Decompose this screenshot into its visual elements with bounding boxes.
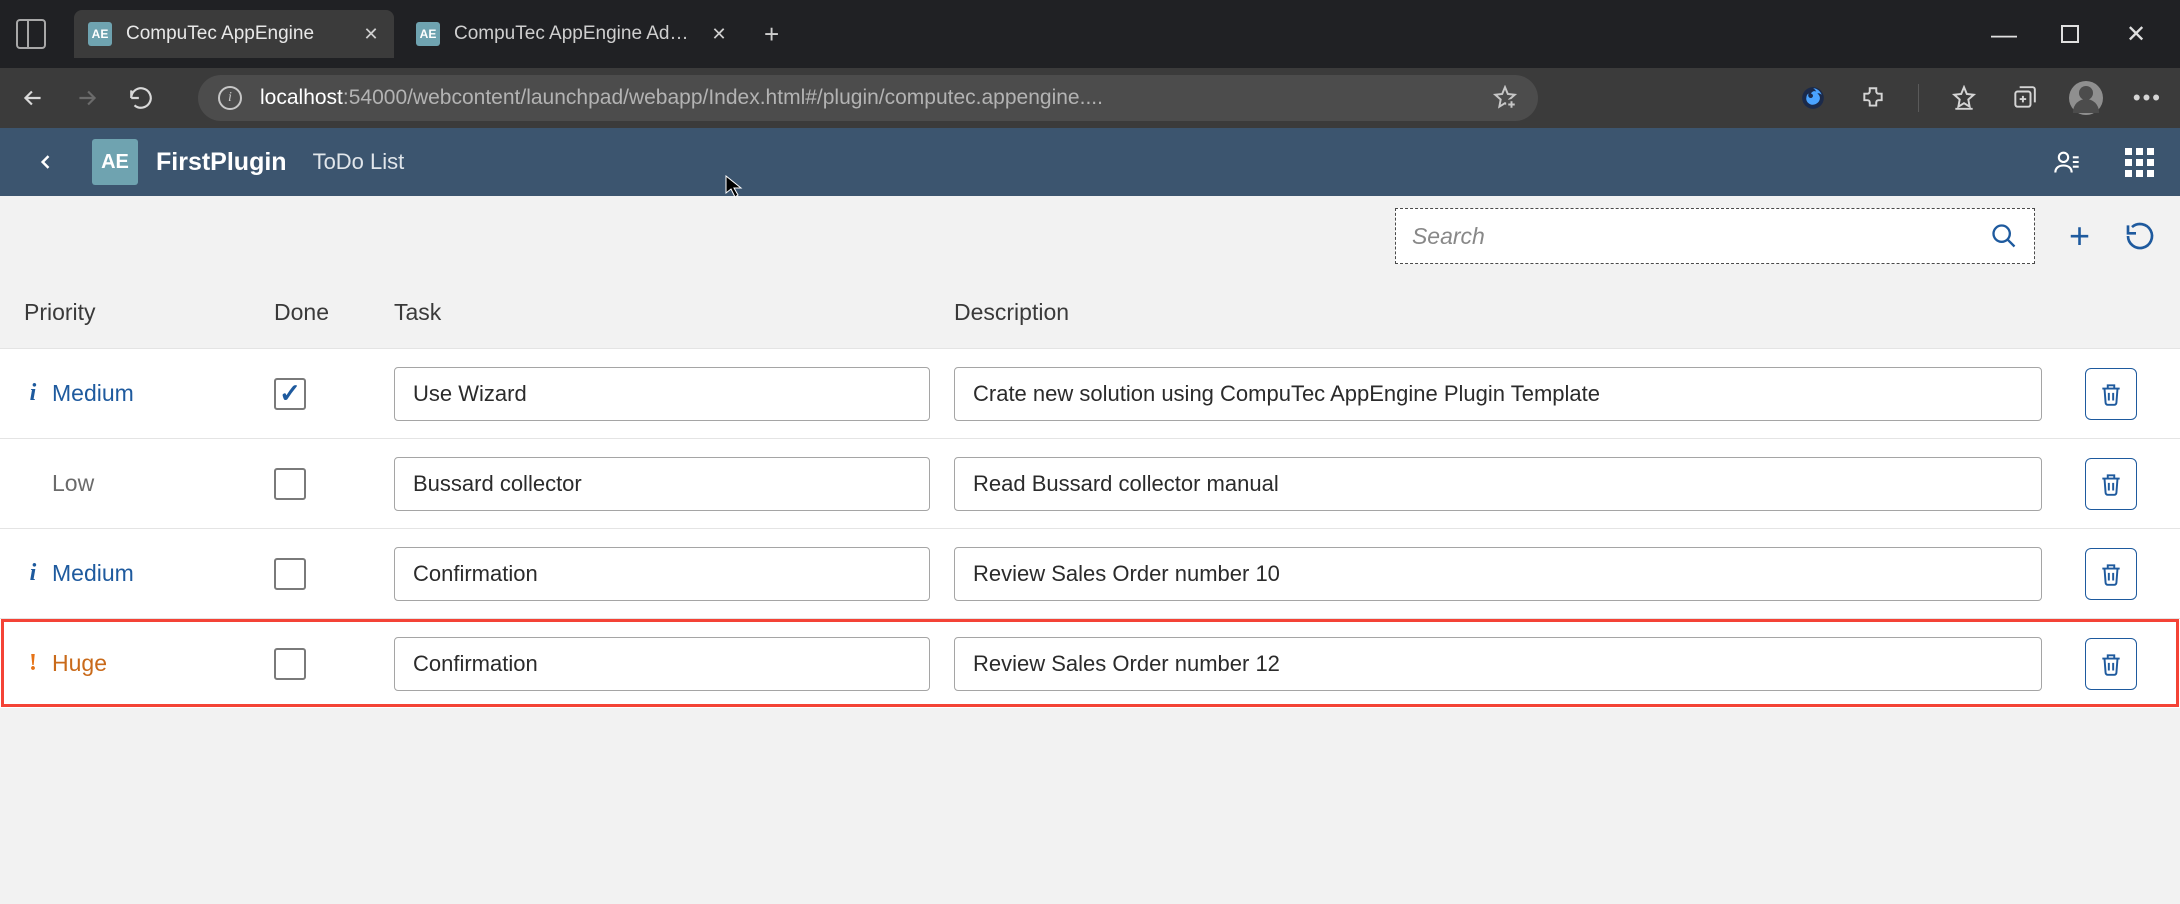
tab-title: CompuTec AppEngine	[126, 23, 354, 45]
description-input[interactable]	[954, 637, 2042, 691]
col-task: Task	[394, 299, 954, 326]
table-row: i Medium	[0, 348, 2180, 438]
tab-favicon: AE	[416, 22, 440, 46]
nav-forward-button[interactable]	[72, 83, 102, 113]
priority-cell: Low	[24, 470, 274, 497]
table-header-row: Priority Done Task Description	[0, 276, 2180, 348]
url-bar[interactable]: i localhost:54000/webcontent/launchpad/w…	[198, 75, 1538, 121]
browser-tab[interactable]: AE CompuTec AppEngine Administr ✕	[402, 10, 742, 58]
table-row: i Medium	[0, 528, 2180, 618]
firefox-icon[interactable]	[1798, 83, 1828, 113]
delete-cell	[2066, 548, 2156, 600]
done-cell	[274, 558, 394, 590]
done-checkbox[interactable]	[274, 378, 306, 410]
tab-title: CompuTec AppEngine Administr	[454, 23, 702, 45]
done-cell	[274, 648, 394, 680]
task-cell	[394, 637, 954, 691]
done-checkbox[interactable]	[274, 648, 306, 680]
extensions-icon[interactable]	[1858, 83, 1888, 113]
task-input[interactable]	[394, 457, 930, 511]
done-checkbox[interactable]	[274, 558, 306, 590]
collections-icon[interactable]	[2009, 83, 2039, 113]
task-input[interactable]	[394, 367, 930, 421]
description-cell	[954, 547, 2066, 601]
description-input[interactable]	[954, 547, 2042, 601]
tab-favicon: AE	[88, 22, 112, 46]
site-info-icon[interactable]: i	[218, 86, 242, 110]
app-subtitle: ToDo List	[313, 149, 405, 175]
done-cell	[274, 378, 394, 410]
add-favorite-icon[interactable]	[1492, 85, 1518, 111]
user-settings-icon[interactable]	[2050, 145, 2084, 179]
app-logo: AE	[92, 139, 138, 185]
window-buttons: — ✕	[1990, 20, 2170, 48]
priority-icon: i	[24, 560, 42, 587]
tab-close-button[interactable]: ✕	[710, 25, 728, 43]
app-refresh-button[interactable]	[2124, 220, 2156, 252]
priority-label: Medium	[52, 560, 134, 587]
done-checkbox[interactable]	[274, 468, 306, 500]
url-text: localhost:54000/webcontent/launchpad/web…	[260, 86, 1474, 110]
task-cell	[394, 457, 954, 511]
delete-button[interactable]	[2085, 548, 2137, 600]
new-tab-button[interactable]: +	[764, 19, 779, 50]
priority-label: Medium	[52, 380, 134, 407]
app-header: AE FirstPlugin ToDo List	[0, 128, 2180, 196]
priority-label: Low	[52, 470, 94, 497]
task-input[interactable]	[394, 547, 930, 601]
priority-label: Huge	[52, 650, 107, 677]
priority-cell: ! Huge	[24, 650, 274, 677]
description-cell	[954, 637, 2066, 691]
description-cell	[954, 457, 2066, 511]
browser-nav-toolbar: i localhost:54000/webcontent/launchpad/w…	[0, 68, 2180, 128]
app-title: FirstPlugin	[156, 148, 287, 177]
task-cell	[394, 547, 954, 601]
search-box[interactable]	[1395, 208, 2035, 264]
delete-button[interactable]	[2085, 368, 2137, 420]
col-description: Description	[954, 299, 2066, 326]
delete-cell	[2066, 368, 2156, 420]
priority-cell: i Medium	[24, 380, 274, 407]
table-row: Low	[0, 438, 2180, 528]
delete-cell	[2066, 638, 2156, 690]
description-input[interactable]	[954, 367, 2042, 421]
description-input[interactable]	[954, 457, 2042, 511]
priority-icon: !	[24, 650, 42, 677]
task-input[interactable]	[394, 637, 930, 691]
priority-icon: i	[24, 380, 42, 407]
app-grid-icon[interactable]	[2122, 145, 2156, 179]
nav-refresh-button[interactable]	[126, 83, 156, 113]
profile-avatar[interactable]	[2069, 81, 2103, 115]
task-cell	[394, 367, 954, 421]
delete-cell	[2066, 458, 2156, 510]
col-priority: Priority	[24, 299, 274, 326]
window-maximize-button[interactable]	[2056, 20, 2084, 48]
tab-panels-icon[interactable]	[16, 19, 46, 49]
priority-cell: i Medium	[24, 560, 274, 587]
window-minimize-button[interactable]: —	[1990, 20, 2018, 48]
search-input[interactable]	[1412, 223, 1990, 250]
nav-back-button[interactable]	[18, 83, 48, 113]
app-toolbar: +	[0, 196, 2180, 276]
browser-menu-button[interactable]: •••	[2133, 85, 2162, 111]
delete-button[interactable]	[2085, 638, 2137, 690]
search-icon[interactable]	[1990, 222, 2018, 250]
window-close-button[interactable]: ✕	[2122, 20, 2150, 48]
table-row: ! Huge	[0, 618, 2180, 708]
description-cell	[954, 367, 2066, 421]
col-done: Done	[274, 299, 394, 326]
tab-close-button[interactable]: ✕	[362, 25, 380, 43]
browser-titlebar: AE CompuTec AppEngine ✕ AE CompuTec AppEngin…	[0, 0, 2180, 68]
delete-button[interactable]	[2085, 458, 2137, 510]
app-back-button[interactable]	[24, 140, 68, 184]
done-cell	[274, 468, 394, 500]
browser-tab[interactable]: AE CompuTec AppEngine ✕	[74, 10, 394, 58]
todo-table: Priority Done Task Description i Medium Lo…	[0, 276, 2180, 708]
add-button[interactable]: +	[2063, 215, 2096, 257]
favorites-icon[interactable]	[1949, 83, 1979, 113]
